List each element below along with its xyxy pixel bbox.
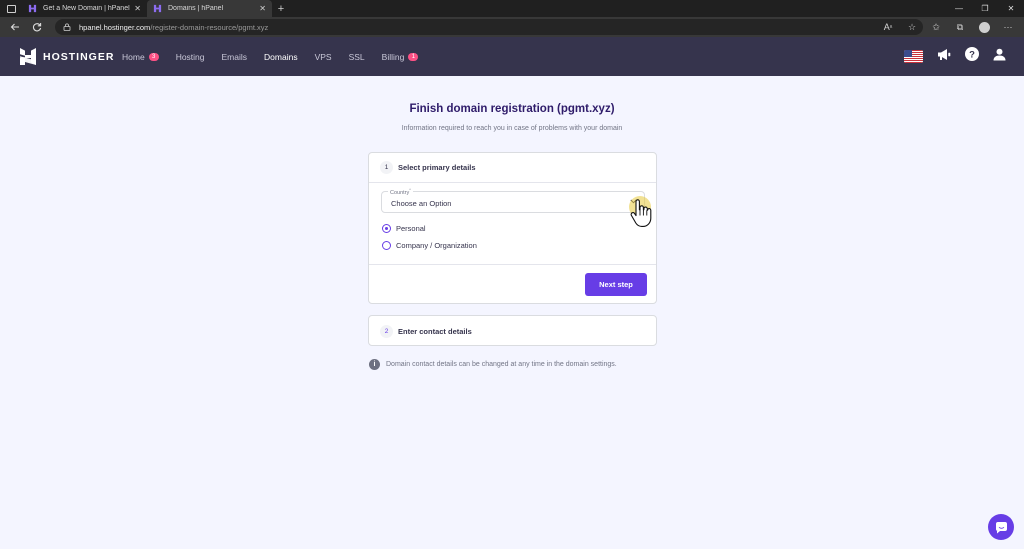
back-button[interactable]	[4, 17, 26, 37]
nav-label: Home	[122, 51, 145, 62]
hostinger-logo[interactable]: HOSTINGER	[20, 48, 114, 65]
step-number: 1	[380, 161, 393, 174]
radio-label: Company / Organization	[396, 241, 477, 250]
lock-icon	[63, 23, 71, 31]
account-icon[interactable]	[993, 48, 1006, 66]
browser-toolbar-actions: Aʌ ☆ ✩ ⧉ ···	[876, 19, 1020, 35]
tab-title: Domains | hPanel	[168, 5, 224, 12]
app-header: HOSTINGER Home 3 Hosting Emails Domains …	[0, 37, 1024, 76]
radio-button[interactable]	[382, 241, 391, 250]
divider	[369, 264, 656, 265]
live-chat-button[interactable]	[988, 514, 1014, 540]
notification-badge: 3	[148, 52, 159, 61]
step-label: Enter contact details	[398, 326, 472, 336]
next-step-button[interactable]: Next step	[585, 273, 647, 296]
step-number: 2	[380, 324, 393, 338]
collections-icon[interactable]: ⧉	[948, 19, 972, 35]
step-1-card: 1 Select primary details Country* Choose…	[368, 152, 657, 304]
add-favorite-icon[interactable]: ☆	[900, 19, 924, 35]
country-select-value: Choose an Option	[391, 199, 452, 208]
favorites-icon[interactable]: ✩	[924, 19, 948, 35]
profile-avatar[interactable]	[972, 19, 996, 35]
logo-text: HOSTINGER	[43, 50, 115, 63]
close-window-button[interactable]: ✕	[998, 0, 1024, 17]
nav-label: VPS	[314, 51, 332, 62]
step-label: Select primary details	[398, 163, 476, 172]
refresh-icon	[32, 23, 42, 32]
minimize-button[interactable]: —	[946, 0, 972, 17]
info-note-text: Domain contact details can be changed at…	[386, 361, 617, 368]
tab-close-icon[interactable]: ✕	[134, 4, 141, 13]
tab-close-icon[interactable]: ✕	[259, 4, 266, 13]
step-2-header: 2 Enter contact details	[369, 316, 656, 346]
restore-button[interactable]: ❐	[972, 0, 998, 17]
page-subtitle: Information required to reach you in cas…	[401, 125, 623, 132]
step-1-header: 1 Select primary details	[369, 153, 656, 183]
tab-title: Get a New Domain | hPanel	[43, 5, 130, 12]
radio-personal[interactable]: Personal	[382, 224, 426, 233]
page-title: Finish domain registration (pgmt.xyz)	[409, 103, 615, 115]
nav-label: SSL	[348, 51, 365, 62]
radio-label: Personal	[396, 224, 426, 233]
nav-ssl[interactable]: SSL	[349, 52, 365, 62]
nav-emails[interactable]: Emails	[222, 52, 248, 62]
nav-home[interactable]: Home 3	[122, 52, 159, 62]
browser-tab-get-domain[interactable]: Get a New Domain | hPanel ✕	[22, 0, 147, 17]
hostinger-favicon-icon	[28, 4, 37, 13]
nav-label: Hosting	[175, 51, 205, 62]
nav-label: Billing	[381, 51, 405, 62]
us-flag-icon[interactable]	[904, 50, 923, 63]
hostinger-logo-icon	[20, 48, 36, 65]
browser-tab-domains[interactable]: Domains | hPanel ✕	[147, 0, 272, 17]
chat-icon	[995, 521, 1007, 533]
browser-tab-bar: Get a New Domain | hPanel ✕ Domains | hP…	[0, 0, 1024, 17]
country-select-label: Country*	[388, 187, 413, 196]
radio-button-checked[interactable]	[382, 224, 391, 233]
more-menu-icon[interactable]: ···	[996, 19, 1020, 35]
back-arrow-icon	[10, 23, 19, 31]
tab-actions-icon[interactable]	[0, 0, 22, 17]
step-2-card[interactable]: 2 Enter contact details	[368, 315, 657, 346]
nav-label: Emails	[221, 51, 248, 62]
browser-address-bar: hpanel.hostinger.com/register-domain-res…	[0, 17, 1024, 37]
main-nav: Home 3 Hosting Emails Domains VPS SSL Bi…	[122, 37, 435, 76]
info-icon: i	[369, 359, 380, 370]
url-input[interactable]: hpanel.hostinger.com/register-domain-res…	[55, 19, 923, 35]
new-tab-button[interactable]: +	[272, 0, 290, 17]
hostinger-favicon-icon	[153, 4, 162, 13]
notification-badge: 1	[408, 52, 419, 61]
nav-domains[interactable]: Domains	[264, 52, 298, 62]
url-path: /register-domain-resource/pgmt.xyz	[150, 22, 269, 32]
info-note: i Domain contact details can be changed …	[369, 359, 617, 370]
nav-billing[interactable]: Billing 1	[382, 52, 419, 62]
help-icon[interactable]: ?	[965, 47, 979, 66]
window-controls: — ❐ ✕	[946, 0, 1024, 17]
country-select[interactable]: Country* Choose an Option	[381, 187, 645, 213]
refresh-button[interactable]	[26, 17, 48, 37]
svg-text:?: ?	[969, 50, 975, 61]
nav-vps[interactable]: VPS	[315, 52, 332, 62]
nav-label: Domains	[264, 51, 298, 62]
radio-company[interactable]: Company / Organization	[382, 241, 477, 250]
announcements-icon[interactable]	[937, 48, 951, 66]
hand-pointer-cursor-icon	[630, 199, 652, 232]
nav-hosting[interactable]: Hosting	[176, 52, 205, 62]
header-actions: ?	[890, 47, 1006, 66]
url-host: hpanel.hostinger.com	[79, 22, 151, 32]
read-aloud-icon[interactable]: Aʌ	[876, 19, 900, 35]
